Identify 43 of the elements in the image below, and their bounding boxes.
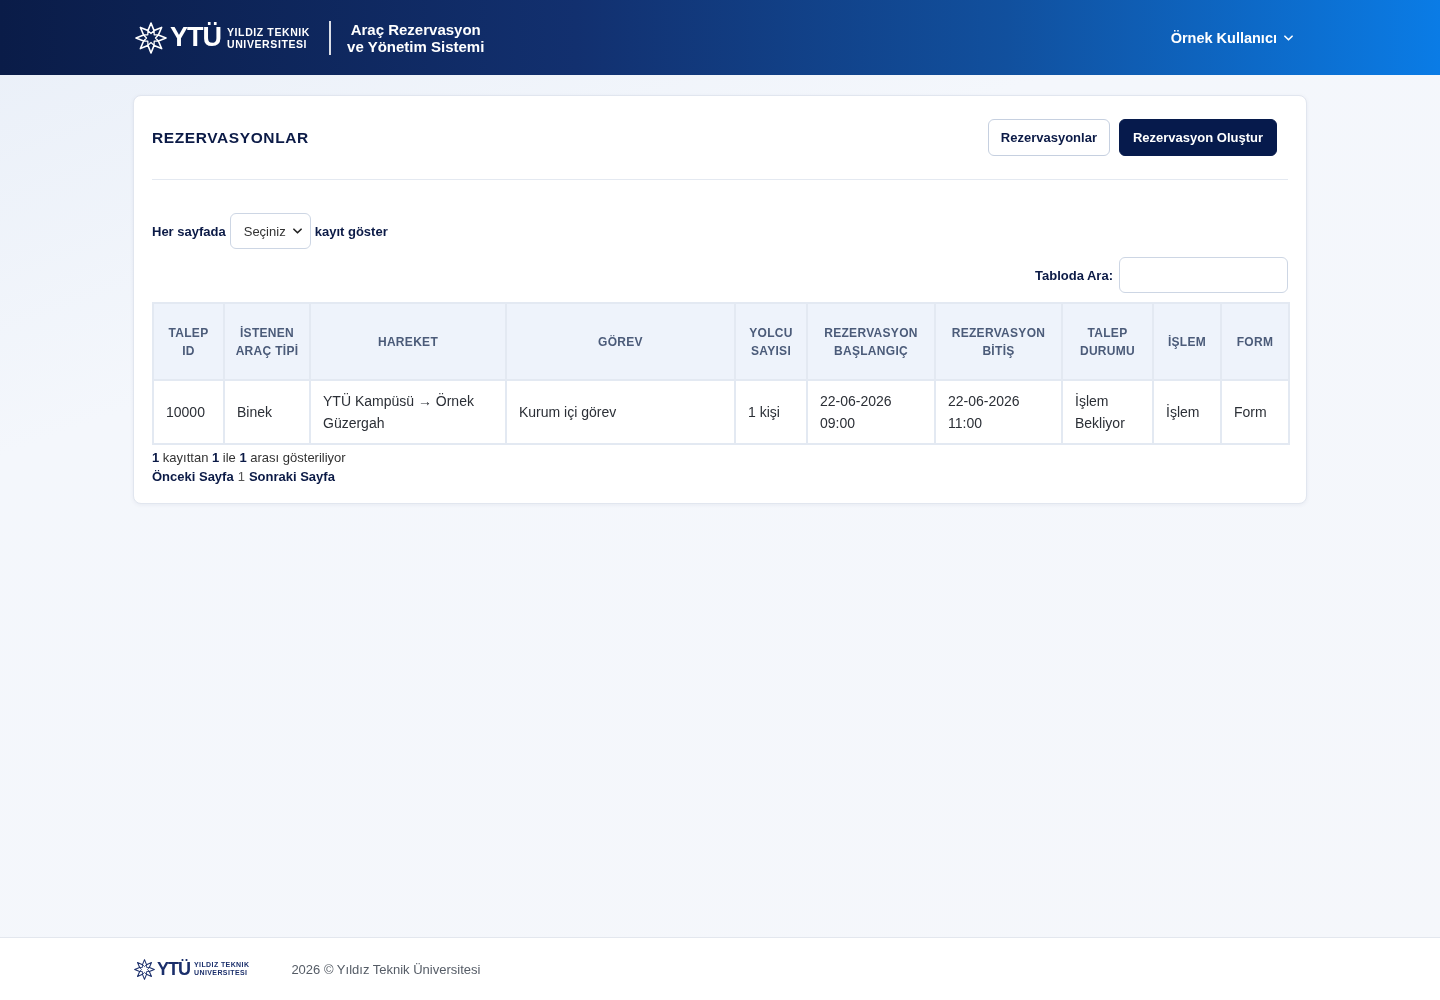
column-header: GÖREV — [506, 303, 735, 380]
column-header: İŞLEM — [1153, 303, 1221, 380]
logo-mark: YTÜ — [170, 24, 221, 51]
column-header: TALEP ID — [153, 303, 224, 380]
column-header: İSTENEN ARAÇ TİPİ — [224, 303, 310, 380]
copyright-text: 2026 © Yıldız Teknik Üniversitesi — [291, 961, 481, 977]
table-cell: Kurum içi görev — [506, 380, 735, 444]
page-number[interactable]: 1 — [237, 468, 245, 485]
star-icon — [135, 21, 167, 54]
table-cell: 22-06-2026 11:00 — [935, 380, 1062, 444]
table-cell: İşlem Bekliyor — [1062, 380, 1153, 444]
search-field[interactable] — [1119, 257, 1288, 293]
list-button[interactable]: Rezervasyonlar — [987, 119, 1110, 156]
logo-text: UNIVERSITESI — [227, 37, 309, 50]
table-cell: İşlem — [1153, 380, 1221, 444]
logo-text: YILDIZ TEKNIK — [227, 25, 311, 38]
table-cell: Binek — [224, 380, 310, 444]
page-title: REZERVASYONLAR — [152, 128, 309, 147]
table-cell: Form — [1221, 380, 1289, 444]
column-header: TALEP DURUMU — [1062, 303, 1153, 380]
app-title: Araç Rezervasyon ve Yönetim Sistemi — [347, 20, 485, 55]
search-label: Tabloda Ara: — [1035, 267, 1113, 283]
column-header: FORM — [1221, 303, 1289, 380]
length-label: kayıt göster — [314, 223, 388, 239]
column-header: HAREKET — [310, 303, 506, 380]
table-cell: 10000 — [153, 380, 224, 444]
page-length-select[interactable]: Seçiniz — [229, 213, 311, 249]
logo-mark: YTÜ — [157, 960, 190, 978]
table-cell: YTÜ Kampüsü → Örnek Güzergah — [310, 380, 506, 444]
column-header: REZERVASYON BAŞLANGIÇ — [807, 303, 935, 380]
caret-icon — [292, 228, 302, 234]
star-icon — [134, 958, 155, 980]
user-menu[interactable]: Örnek Kullanıcı — [1170, 25, 1293, 50]
table-cell: 22-06-2026 09:00 — [807, 380, 935, 444]
column-header: YOLCU SAYISI — [735, 303, 807, 380]
next-page-link[interactable]: Sonraki Sayfa — [248, 468, 335, 485]
table-info: 1 kayıttan 1 ile 1 arası gösteriliyor — [152, 449, 347, 466]
length-label: Her sayfada — [152, 223, 226, 239]
create-button[interactable]: Rezervasyon Oluştur — [1118, 119, 1277, 156]
previous-page-link[interactable]: Önceki Sayfa — [152, 468, 234, 485]
table-cell: 1 kişi — [735, 380, 807, 444]
column-header: REZERVASYON BİTİŞ — [935, 303, 1062, 380]
chevron-icon — [1284, 34, 1293, 41]
